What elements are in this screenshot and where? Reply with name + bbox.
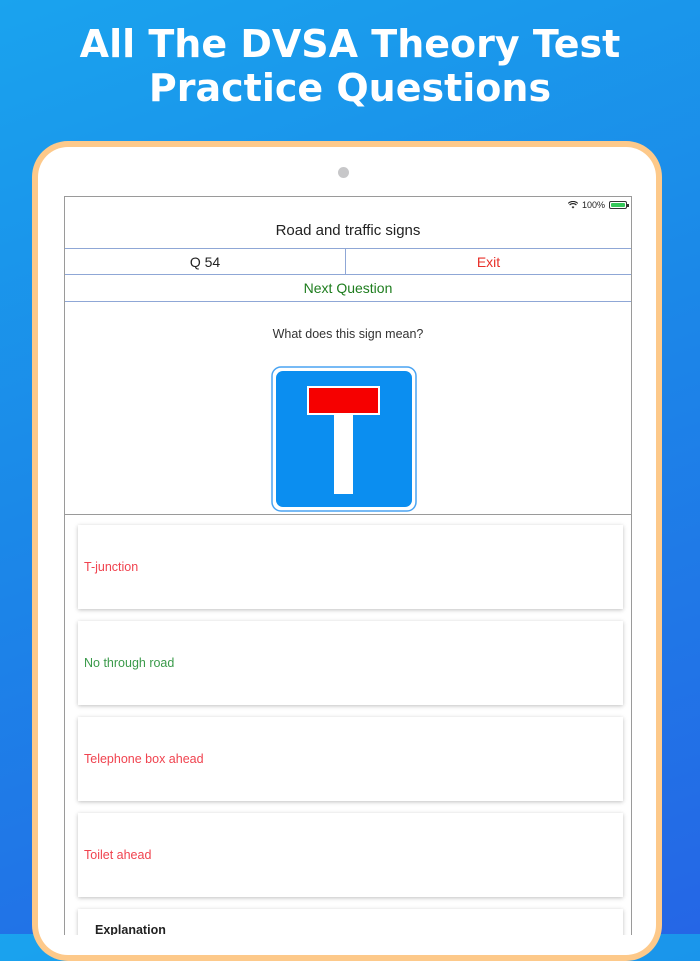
answer-option[interactable]: T-junction [78,525,623,609]
explanation-card: Explanation [78,909,623,935]
headline-line-2: Practice Questions [148,66,552,110]
app-screen: 100% Road and traffic signs Q 54 Exit Ne… [64,196,632,935]
answer-label: T-junction [84,560,139,574]
question-area: What does this sign mean? [65,302,631,515]
promo-headline: All The DVSA Theory Test Practice Questi… [0,22,700,110]
no-through-road-sign-icon [271,366,417,512]
explanation-heading: Explanation [95,923,166,935]
question-info-row: Q 54 Exit [65,249,631,275]
status-bar: 100% [65,197,631,213]
answer-option[interactable]: Toilet ahead [78,813,623,897]
battery-percent: 100% [581,200,605,210]
question-number: Q 54 [65,249,346,274]
page-title: Road and traffic signs [65,213,631,249]
next-question-button[interactable]: Next Question [65,275,631,302]
answer-option[interactable]: Telephone box ahead [78,717,623,801]
headline-line-1: All The DVSA Theory Test [79,22,621,66]
answer-label: Toilet ahead [84,848,152,862]
battery-icon [609,201,629,209]
answer-list: T-junction No through road Telephone box… [65,515,631,935]
answer-label: No through road [84,656,175,670]
wifi-icon [567,201,578,209]
exit-button[interactable]: Exit [346,249,631,274]
answer-option[interactable]: No through road [78,621,623,705]
answer-label: Telephone box ahead [84,752,204,766]
question-text: What does this sign mean? [272,327,424,341]
camera-icon [338,167,349,178]
